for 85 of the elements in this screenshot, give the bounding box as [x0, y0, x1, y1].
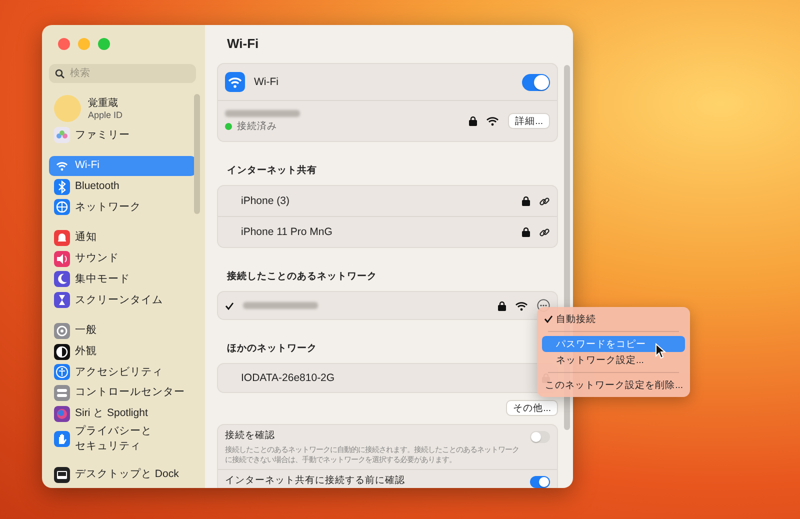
search-field[interactable]: 検索: [49, 64, 196, 83]
contrast-icon: [54, 344, 70, 360]
network-row[interactable]: iPhone (3): [218, 186, 557, 216]
network-name: IODATA-26e810-2G: [241, 372, 335, 384]
sidebar-item-label: ファミリー: [75, 128, 130, 143]
display-icon: [54, 466, 70, 483]
sidebar-item-label: スクリーンタイム: [75, 292, 163, 308]
search-icon: [55, 69, 65, 79]
sidebar-item-label: サウンド: [75, 251, 119, 266]
people-icon: [54, 127, 70, 144]
globe-icon: [54, 199, 70, 216]
hourglass-icon: [54, 292, 70, 308]
lock-icon: [522, 227, 530, 237]
status-text: 接続済み: [237, 120, 277, 132]
sidebar-item-label: アクセシビリティ: [75, 364, 163, 380]
sidebar-item[interactable]: Bluetooth: [49, 176, 196, 198]
sidebar-item[interactable]: 外観: [49, 341, 196, 362]
wifi-signal-icon: [515, 300, 528, 310]
lock-icon: [469, 116, 478, 126]
sidebar-item-label: デスクトップと Dock: [75, 467, 179, 482]
wifi-signal-icon: [486, 116, 500, 126]
sidebar-item[interactable]: Siri と Spotlight: [49, 403, 196, 424]
account-item[interactable]: 覚重蔵 Apple ID: [49, 94, 196, 122]
sidebar-item-label: ネットワーク: [75, 200, 141, 215]
menu-item[interactable]: 自動接続: [542, 311, 685, 327]
lock-icon: [498, 300, 506, 310]
accessibility-icon: [54, 364, 70, 380]
sidebar-item-label: 通知: [75, 230, 97, 246]
network-name: iPhone 11 Pro MnG: [241, 226, 332, 238]
section-heading: 接続したことのあるネットワーク: [227, 270, 378, 284]
sidebar-item-label: 外観: [75, 344, 97, 359]
link-icon: [539, 196, 550, 206]
sidebar-item[interactable]: デスクトップと Dock: [49, 464, 196, 486]
network-row[interactable]: iPhone 11 Pro MnG: [218, 216, 557, 247]
sidebar-item-label: Siri と Spotlight: [75, 406, 148, 421]
lock-icon: [522, 196, 530, 206]
sidebar-item[interactable]: アクセシビリティ: [49, 362, 196, 383]
scrollbar[interactable]: [194, 94, 200, 214]
sidebar-item[interactable]: プライバシーと セキュリティ: [49, 424, 196, 454]
sidebar-item-label: 一般: [75, 323, 97, 338]
sidebar-item-label: コントロールセンター: [75, 385, 185, 400]
link-icon: [539, 226, 550, 238]
setting-toggle[interactable]: [530, 476, 550, 488]
sidebar-item[interactable]: ファミリー: [49, 125, 196, 146]
sidebar-item[interactable]: サウンド: [49, 248, 196, 270]
hand-icon: [54, 431, 70, 448]
sidebar-item-label: 集中モード: [75, 272, 130, 287]
section-heading: ほかのネットワーク: [227, 342, 318, 356]
sidebar-item[interactable]: コントロールセンター: [49, 382, 196, 404]
setting-toggle[interactable]: [530, 431, 550, 443]
checkmark-icon: [544, 315, 553, 323]
setting-title: インターネット共有に接続する前に確認: [225, 474, 405, 487]
sidebar-item-label: Bluetooth: [75, 179, 120, 194]
account-name: 覚重蔵: [88, 96, 119, 110]
gear-icon: [54, 322, 70, 339]
wifi-icon: [225, 72, 245, 92]
avatar-icon: [54, 94, 81, 122]
sidebar-item[interactable]: 通知: [49, 228, 196, 248]
sidebar-item[interactable]: 集中モード: [49, 269, 196, 290]
other-button[interactable]: その他...: [506, 400, 558, 416]
menu-item[interactable]: このネットワーク設定を削除...: [542, 377, 685, 393]
section-heading: インターネット共有: [227, 164, 318, 178]
sidebar-item[interactable]: スクリーンタイム: [49, 290, 196, 310]
close-button[interactable]: [58, 38, 70, 50]
details-button[interactable]: 詳細...: [508, 113, 550, 129]
menu-item[interactable]: ネットワーク設定...: [542, 352, 685, 368]
sidebar-item-label: プライバシーと セキュリティ: [75, 424, 152, 454]
account-subtitle: Apple ID: [88, 110, 123, 120]
pointer-icon: [655, 343, 667, 359]
speaker-icon: [54, 250, 70, 267]
zoom-button[interactable]: [98, 38, 110, 50]
sidebar-item-label: Wi-Fi: [75, 158, 100, 174]
bluetooth-icon: [54, 178, 70, 195]
moon-icon: [54, 271, 70, 288]
sidebar-item[interactable]: ネットワーク: [49, 197, 196, 218]
bell-icon: [54, 230, 70, 246]
network-name: iPhone (3): [241, 195, 290, 207]
page-title: Wi-Fi: [227, 35, 260, 53]
switches-icon: [54, 384, 70, 401]
wifi-toggle[interactable]: [522, 74, 550, 90]
minimize-button[interactable]: [78, 38, 90, 50]
orb-icon: [54, 406, 70, 422]
setting-title: 接続を確認: [225, 429, 276, 442]
sidebar-item[interactable]: 一般: [49, 320, 196, 342]
wifi-label: Wi-Fi: [254, 76, 278, 88]
